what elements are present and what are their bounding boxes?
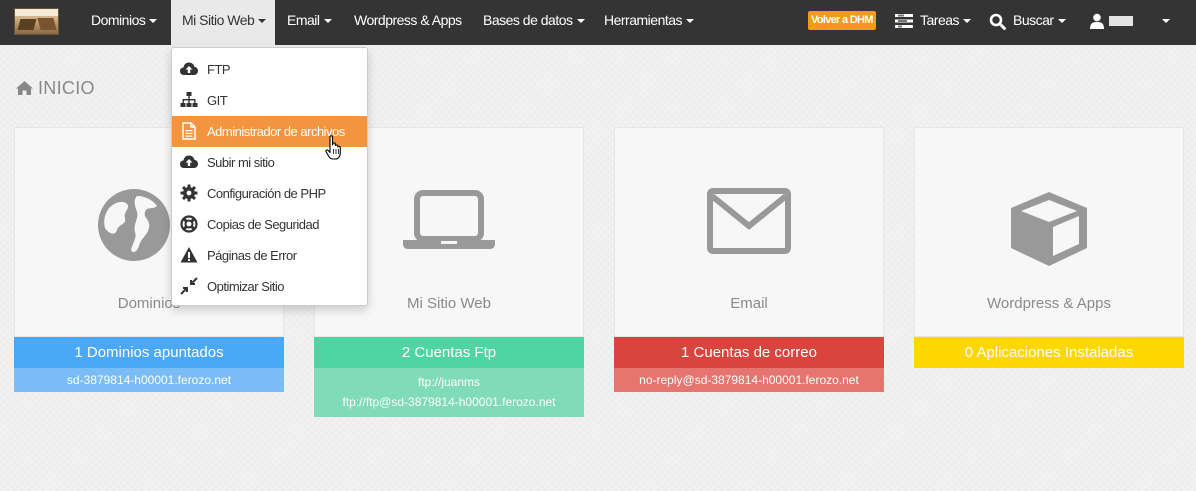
chevron-down-icon	[258, 19, 267, 23]
menu-item-paginas-de-error[interactable]: Páginas de Error	[172, 240, 367, 271]
warning-icon	[180, 247, 198, 263]
email-count-bar[interactable]: 1 Cuentas de correo	[614, 337, 884, 368]
nav-user-menu[interactable]	[1090, 0, 1171, 45]
chevron-down-icon	[576, 19, 585, 23]
nav-mi-sitio-web[interactable]: Mi Sitio Web	[171, 0, 275, 45]
logo[interactable]	[14, 8, 59, 35]
apps-count-bar[interactable]: 0 Aplicaciones Instaladas	[914, 337, 1184, 368]
nav-herramientas[interactable]: Herramientas	[604, 0, 695, 45]
ftp-sub-line[interactable]: ftp://ftp@sd-3879814-h00001.ferozo.net	[314, 392, 584, 412]
cloud-upload-icon	[180, 155, 198, 169]
menu-item-label: FTP	[207, 62, 231, 77]
top-navbar: Dominios Mi Sitio Web Email Wordpress & …	[0, 0, 1196, 45]
nav-buscar[interactable]: Buscar	[989, 0, 1066, 45]
menu-item-copias-de-seguridad[interactable]: Copias de Seguridad	[172, 209, 367, 240]
nav-email[interactable]: Email	[287, 0, 332, 45]
card-label: Email	[730, 295, 768, 312]
home-icon	[16, 81, 33, 95]
mi-sitio-web-dropdown: FTP GIT Administrador de archivos Subir …	[171, 47, 368, 306]
user-icon	[1090, 13, 1104, 30]
cloud-upload-icon	[180, 62, 198, 76]
dominios-sub-line[interactable]: sd-3879814-h00001.ferozo.net	[14, 370, 284, 390]
chevron-down-icon	[1162, 19, 1171, 23]
page-title-text: INICIO	[38, 78, 95, 98]
username	[1109, 16, 1133, 26]
email-sub-line[interactable]: no-reply@sd-3879814-h00001.ferozo.net	[614, 370, 884, 390]
nav-tareas[interactable]: Tareas	[895, 0, 972, 45]
chevron-down-icon	[323, 19, 332, 23]
menu-item-label: Optimizar Sitio	[207, 279, 285, 294]
laptop-icon	[403, 190, 495, 249]
nav-herramientas-label: Herramientas	[604, 12, 683, 28]
envelope-icon	[707, 188, 791, 254]
nav-email-label: Email	[287, 12, 320, 28]
nav-mi-sitio-web-label: Mi Sitio Web	[182, 12, 255, 28]
sitemap-icon	[180, 92, 198, 108]
page-title: INICIO	[15, 78, 95, 99]
menu-item-optimizar-sitio[interactable]: Optimizar Sitio	[172, 271, 367, 302]
menu-item-configuracion-php[interactable]: Configuración de PHP	[172, 178, 367, 209]
menu-item-git[interactable]: GIT	[172, 85, 367, 116]
dominios-count-bar[interactable]: 1 Dominios apuntados	[14, 337, 284, 368]
chevron-down-icon	[963, 19, 972, 23]
hand-cursor-icon	[325, 135, 341, 160]
gear-icon	[180, 184, 198, 202]
card-label: Wordpress & Apps	[987, 295, 1111, 312]
nav-tareas-label: Tareas	[920, 12, 960, 28]
ftp-count-bar[interactable]: 2 Cuentas Ftp	[314, 337, 584, 368]
ftp-sub: ftp://juanms ftp://ftp@sd-3879814-h00001…	[314, 368, 584, 417]
chevron-down-icon	[686, 19, 695, 23]
nav-bases-de-datos[interactable]: Bases de datos	[483, 0, 585, 45]
nav-buscar-label: Buscar	[1013, 12, 1054, 28]
tasks-icon	[895, 14, 913, 29]
email-sub: no-reply@sd-3879814-h00001.ferozo.net	[614, 368, 884, 392]
menu-item-label: Subir mi sitio	[207, 155, 275, 170]
menu-item-label: GIT	[207, 93, 228, 108]
compress-icon	[180, 277, 198, 295]
nav-dominios-label: Dominios	[91, 12, 146, 28]
card-email[interactable]: Email	[614, 127, 884, 337]
file-icon	[182, 122, 196, 140]
cube-icon	[1011, 192, 1087, 266]
dominios-sub: sd-3879814-h00001.ferozo.net	[14, 368, 284, 392]
search-icon	[989, 13, 1006, 30]
globe-icon	[98, 189, 170, 261]
menu-item-ftp[interactable]: FTP	[172, 54, 367, 85]
card-wordpress-apps[interactable]: Wordpress & Apps	[914, 127, 1184, 337]
volver-dhm-button[interactable]: Volver a DHM	[808, 11, 876, 30]
nav-dominios[interactable]: Dominios	[91, 0, 158, 45]
nav-wordpress-apps-label: Wordpress & Apps	[354, 12, 462, 28]
ftp-sub-line[interactable]: ftp://juanms	[314, 372, 584, 392]
chevron-down-icon	[149, 19, 158, 23]
nav-wordpress-apps[interactable]: Wordpress & Apps	[354, 0, 462, 45]
nav-bases-de-datos-label: Bases de datos	[483, 12, 573, 28]
menu-item-label: Configuración de PHP	[207, 186, 326, 201]
menu-item-label: Páginas de Error	[207, 248, 297, 263]
life-ring-icon	[180, 215, 198, 233]
menu-item-label: Copias de Seguridad	[207, 217, 319, 232]
chevron-down-icon	[1057, 19, 1066, 23]
